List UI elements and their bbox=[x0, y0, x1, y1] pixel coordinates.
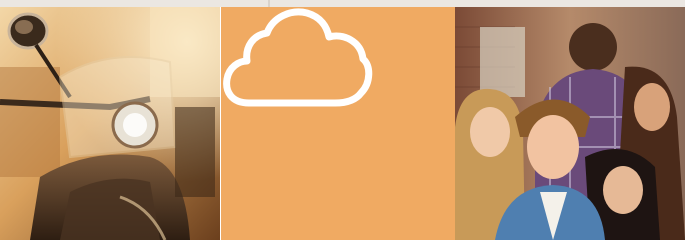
group-selfie-tile bbox=[455, 7, 685, 240]
top-strip bbox=[0, 0, 685, 7]
scooter-photo bbox=[0, 7, 220, 240]
cloud-tile bbox=[221, 7, 455, 240]
group-selfie-photo bbox=[455, 7, 685, 240]
cloud-icon bbox=[223, 8, 373, 107]
scooter-photo-tile bbox=[0, 7, 220, 240]
top-strip-seam bbox=[268, 0, 270, 7]
